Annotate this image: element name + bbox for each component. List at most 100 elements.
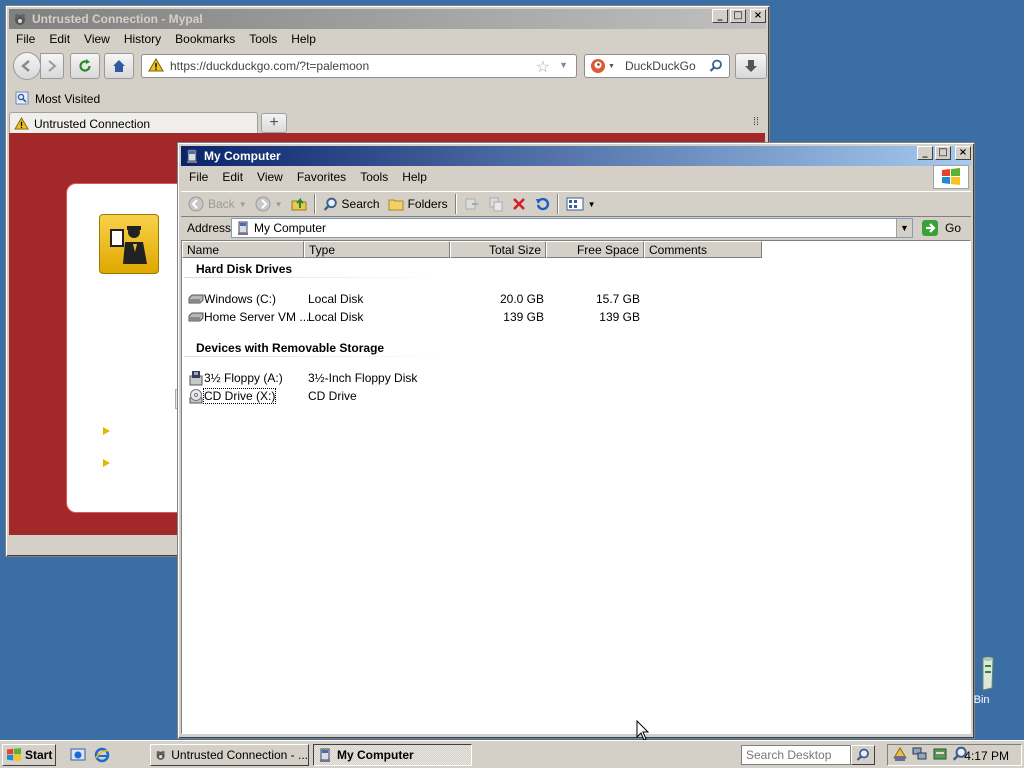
- group-header-removable: Devices with Removable Storage: [196, 341, 385, 355]
- back-nav-button[interactable]: Back ▼: [184, 193, 251, 215]
- url-bar[interactable]: https://duckduckgo.com/?t=palemoon ☆ ▼: [141, 54, 577, 78]
- back-button[interactable]: [13, 52, 41, 80]
- browser-menu-history[interactable]: History: [117, 30, 168, 48]
- recycle-bin-label[interactable]: le Bin: [962, 694, 990, 706]
- my-computer-window[interactable]: My Computer _ □ × File Edit View Favorit…: [177, 142, 975, 739]
- undo-button[interactable]: [530, 193, 554, 215]
- forward-arrow-icon: [255, 196, 271, 212]
- system-tray: 4:17 PM: [887, 744, 1022, 766]
- address-dropdown-arrow-icon[interactable]: ▼: [896, 219, 912, 237]
- downloads-button[interactable]: [735, 53, 767, 79]
- tab-warning-icon: [14, 117, 29, 130]
- hard-disk-icon: [188, 293, 204, 307]
- taskbar: Start Untrusted Connection - ... My Comp…: [0, 740, 1024, 768]
- go-arrow-icon: [922, 220, 938, 236]
- explorer-minimize-button[interactable]: _: [917, 146, 933, 160]
- delete-button[interactable]: [508, 193, 530, 215]
- expander-arrow-icon[interactable]: [103, 459, 110, 467]
- browser-titlebar[interactable]: Untrusted Connection - Mypal: [9, 9, 766, 29]
- tab-title: Untrusted Connection: [34, 116, 151, 131]
- list-item[interactable]: Windows (C:) Local Disk 20.0 GB 15.7 GB: [182, 290, 972, 308]
- tray-network-icon[interactable]: [912, 746, 928, 765]
- expander-arrow-icon[interactable]: [103, 427, 110, 435]
- column-header-name[interactable]: Name: [182, 241, 304, 258]
- browser-menu-bookmarks[interactable]: Bookmarks: [168, 30, 242, 48]
- bookmarks-toolbar: Most Visited: [9, 88, 766, 110]
- list-item[interactable]: Home Server VM ... Local Disk 139 GB 139…: [182, 308, 972, 326]
- search-box[interactable]: ▼ DuckDuckGo: [584, 54, 730, 78]
- explorer-menu-tools[interactable]: Tools: [353, 168, 395, 186]
- taskbar-task-my-computer[interactable]: My Computer: [313, 744, 472, 766]
- move-to-button[interactable]: [460, 193, 484, 215]
- up-folder-button[interactable]: [287, 193, 311, 215]
- browser-menu-file[interactable]: File: [9, 30, 42, 48]
- explorer-maximize-button[interactable]: □: [935, 146, 951, 160]
- windows-flag-icon: [7, 748, 21, 762]
- column-header-total-size[interactable]: Total Size: [450, 241, 546, 258]
- list-item[interactable]: CD Drive (X:) CD Drive: [182, 387, 972, 405]
- browser-menu-help[interactable]: Help: [284, 30, 323, 48]
- address-computer-icon: [236, 221, 250, 235]
- recycle-bin-icon[interactable]: [967, 656, 997, 692]
- mypal-task-icon: [156, 750, 165, 760]
- browser-minimize-button[interactable]: _: [712, 9, 728, 23]
- home-button[interactable]: [104, 53, 134, 79]
- windows-logo-icon: [933, 165, 969, 189]
- tray-security-icon[interactable]: [892, 746, 908, 765]
- quicklaunch-internet-explorer-icon[interactable]: [94, 747, 110, 766]
- cd-drive-icon: [188, 388, 204, 407]
- search-desktop-input[interactable]: Search Desktop: [741, 745, 851, 765]
- url-text[interactable]: https://duckduckgo.com/?t=palemoon: [170, 59, 369, 73]
- column-header-type[interactable]: Type: [304, 241, 450, 258]
- column-header-free-space[interactable]: Free Space: [546, 241, 644, 258]
- clock[interactable]: 4:17 PM: [964, 749, 1009, 763]
- browser-maximize-button[interactable]: □: [730, 9, 746, 23]
- search-magnifier-icon[interactable]: [709, 59, 723, 76]
- views-button[interactable]: ▼: [562, 193, 600, 215]
- search-button[interactable]: Search: [319, 193, 384, 215]
- duckduckgo-icon[interactable]: ▼: [590, 58, 615, 74]
- explorer-menu-file[interactable]: File: [182, 168, 215, 186]
- list-item[interactable]: 3½ Floppy (A:) 3½-Inch Floppy Disk: [182, 369, 972, 387]
- tab-untrusted-connection[interactable]: Untrusted Connection: [9, 112, 258, 134]
- tab-list-icon[interactable]: ⁞⁞: [753, 116, 759, 128]
- views-icon: [566, 197, 584, 211]
- browser-menu-view[interactable]: View: [77, 30, 117, 48]
- column-header-comments[interactable]: Comments: [644, 241, 762, 258]
- search-desktop-button[interactable]: [851, 745, 875, 765]
- group-header-hard-disks: Hard Disk Drives: [196, 262, 293, 276]
- explorer-menu-edit[interactable]: Edit: [215, 168, 250, 186]
- address-value[interactable]: My Computer: [254, 221, 326, 235]
- browser-menu-edit[interactable]: Edit: [42, 30, 77, 48]
- bookmark-star-icon[interactable]: ☆: [536, 57, 550, 77]
- new-tab-button[interactable]: +: [261, 113, 287, 133]
- most-visited-icon: [15, 91, 29, 108]
- address-field[interactable]: My Computer ▼: [231, 218, 913, 238]
- search-icon: [323, 197, 337, 211]
- group-divider: [184, 277, 444, 278]
- explorer-menu-help[interactable]: Help: [395, 168, 434, 186]
- search-engine-label: DuckDuckGo: [624, 59, 696, 73]
- undo-icon: [535, 197, 549, 211]
- up-folder-icon: [291, 197, 307, 211]
- file-list-view[interactable]: Name Type Total Size Free Space Comments…: [181, 240, 971, 734]
- tray-update-icon[interactable]: [932, 746, 948, 765]
- url-dropdown-icon[interactable]: ▼: [559, 60, 568, 70]
- explorer-menu-favorites[interactable]: Favorites: [290, 168, 353, 186]
- forward-button[interactable]: [40, 53, 64, 79]
- reload-button[interactable]: [70, 53, 100, 79]
- browser-title: Untrusted Connection - Mypal: [32, 12, 203, 26]
- browser-close-button[interactable]: ×: [750, 9, 766, 23]
- browser-menu-tools[interactable]: Tools: [242, 30, 284, 48]
- explorer-close-button[interactable]: ×: [955, 146, 971, 160]
- go-button[interactable]: Go: [921, 219, 961, 237]
- explorer-titlebar[interactable]: My Computer: [181, 146, 971, 166]
- explorer-menu-view[interactable]: View: [250, 168, 290, 186]
- start-button[interactable]: Start: [2, 744, 56, 766]
- folders-button[interactable]: Folders: [384, 193, 452, 215]
- copy-to-button[interactable]: [484, 193, 508, 215]
- most-visited-bookmark[interactable]: Most Visited: [35, 92, 100, 106]
- forward-nav-button[interactable]: ▼: [251, 193, 287, 215]
- taskbar-task-browser[interactable]: Untrusted Connection - ...: [150, 744, 309, 766]
- quicklaunch-show-desktop-icon[interactable]: [70, 747, 86, 766]
